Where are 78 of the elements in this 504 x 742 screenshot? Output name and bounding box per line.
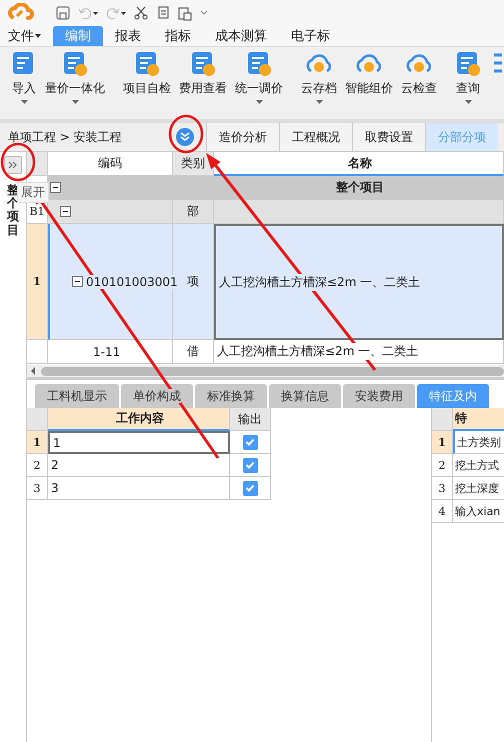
ribbon-button[interactable]: 统一调价 (232, 51, 286, 119)
double-chevron-icon (7, 160, 19, 170)
expand-chevron-icon[interactable] (176, 128, 194, 146)
paste-icon[interactable] (178, 6, 192, 20)
view-tab[interactable]: 造价分析 (206, 123, 279, 151)
item-code: 1-11 (93, 344, 120, 358)
ribbon-button[interactable]: 智能组价 (342, 51, 396, 119)
view-tab[interactable]: 工程概况 (279, 123, 352, 151)
expand-button[interactable] (4, 156, 22, 174)
check-icon (244, 482, 256, 494)
row-header[interactable]: 4 (432, 500, 453, 523)
collapse-icon[interactable] (72, 276, 83, 287)
menu-tab[interactable]: 指标 (153, 26, 203, 46)
redo-icon[interactable] (106, 6, 126, 20)
name-cell: 人工挖沟槽土方槽深≤2m 一、二类土 (214, 224, 504, 340)
ribbon-button[interactable]: 云存档 (298, 51, 340, 119)
output-checkbox[interactable] (242, 434, 258, 450)
ribbon-button[interactable]: 导入 (8, 51, 40, 119)
dropdown-icon[interactable] (200, 9, 208, 17)
annotation-circle (0, 142, 36, 182)
ribbon-button[interactable]: 查询 (452, 51, 484, 119)
document-icon (455, 51, 481, 77)
column-header: 特 (453, 408, 504, 431)
document-icon (134, 51, 160, 77)
feature-cell[interactable]: 输入xian (453, 500, 504, 523)
check-icon (244, 459, 256, 471)
row-header[interactable]: 2 (432, 454, 453, 477)
copy-icon[interactable] (156, 6, 170, 20)
cut-icon[interactable] (134, 6, 148, 20)
feature-cell[interactable]: 挖土深度 (453, 477, 504, 500)
bottom-tab[interactable]: 单价构成 (121, 384, 193, 408)
breadcrumb: 单项工程 > 安装工程 (7, 128, 123, 146)
row-header[interactable]: 2 (27, 454, 48, 477)
column-header: 工作内容 (48, 408, 230, 431)
ribbon-button[interactable]: 量价一体化 (42, 51, 108, 119)
row-header[interactable]: 3 (432, 477, 453, 500)
cloud-logo-icon (8, 3, 34, 23)
column-header: 输出 (230, 408, 271, 431)
content-cell[interactable]: 2 (48, 454, 230, 477)
undo-icon[interactable] (78, 6, 98, 20)
row-header[interactable]: 1 (27, 224, 48, 340)
bottom-tab[interactable]: 工料机显示 (35, 384, 119, 408)
annotation-circle (168, 114, 204, 154)
menu-tab[interactable]: 电子标 (279, 26, 342, 46)
document-icon (246, 51, 272, 77)
row-header[interactable]: 1 (432, 431, 453, 454)
tooltip: 展开 (17, 182, 49, 203)
output-checkbox[interactable] (242, 480, 258, 496)
bottom-tab[interactable]: 标准换算 (195, 384, 267, 408)
name-cell: 人工挖沟槽土方槽深≤2m 一、二类土 (214, 340, 504, 364)
row-header[interactable]: 3 (27, 477, 48, 500)
type-cell: 部 (173, 200, 214, 224)
row-header[interactable]: 1 (27, 431, 48, 454)
check-icon (244, 436, 256, 448)
column-header: 编码 (48, 152, 173, 176)
collapse-icon[interactable] (60, 206, 71, 217)
content-cell[interactable]: 3 (48, 477, 230, 500)
view-tab[interactable]: 取费设置 (352, 123, 425, 151)
output-checkbox[interactable] (242, 458, 258, 472)
name-cell: 整个项目 (214, 176, 504, 200)
feature-cell[interactable]: 挖土方式 (453, 454, 504, 477)
menu-tab[interactable]: 成本测算 (203, 26, 279, 46)
document-icon (190, 51, 216, 77)
collapse-icon[interactable] (50, 182, 61, 193)
column-header: 名称 (214, 152, 504, 176)
document-icon (62, 51, 88, 77)
bottom-tab[interactable]: 安装费用 (343, 384, 415, 408)
horizontal-scrollbar[interactable] (27, 365, 504, 380)
menu-tab[interactable]: 报表 (103, 26, 153, 46)
save-icon[interactable] (56, 6, 70, 20)
content-cell[interactable]: 1 (48, 431, 230, 454)
ribbon-button[interactable]: 项目自检 (120, 51, 174, 119)
ribbon-button[interactable]: 云检查 (398, 51, 440, 119)
ribbon-button[interactable]: 费用查看 (176, 51, 230, 119)
menu-tab[interactable]: 文件 (6, 26, 53, 46)
column-header: 类别 (173, 152, 214, 176)
bottom-tab[interactable]: 换算信息 (269, 384, 341, 408)
feature-cell[interactable]: 土方类别 (453, 431, 504, 454)
